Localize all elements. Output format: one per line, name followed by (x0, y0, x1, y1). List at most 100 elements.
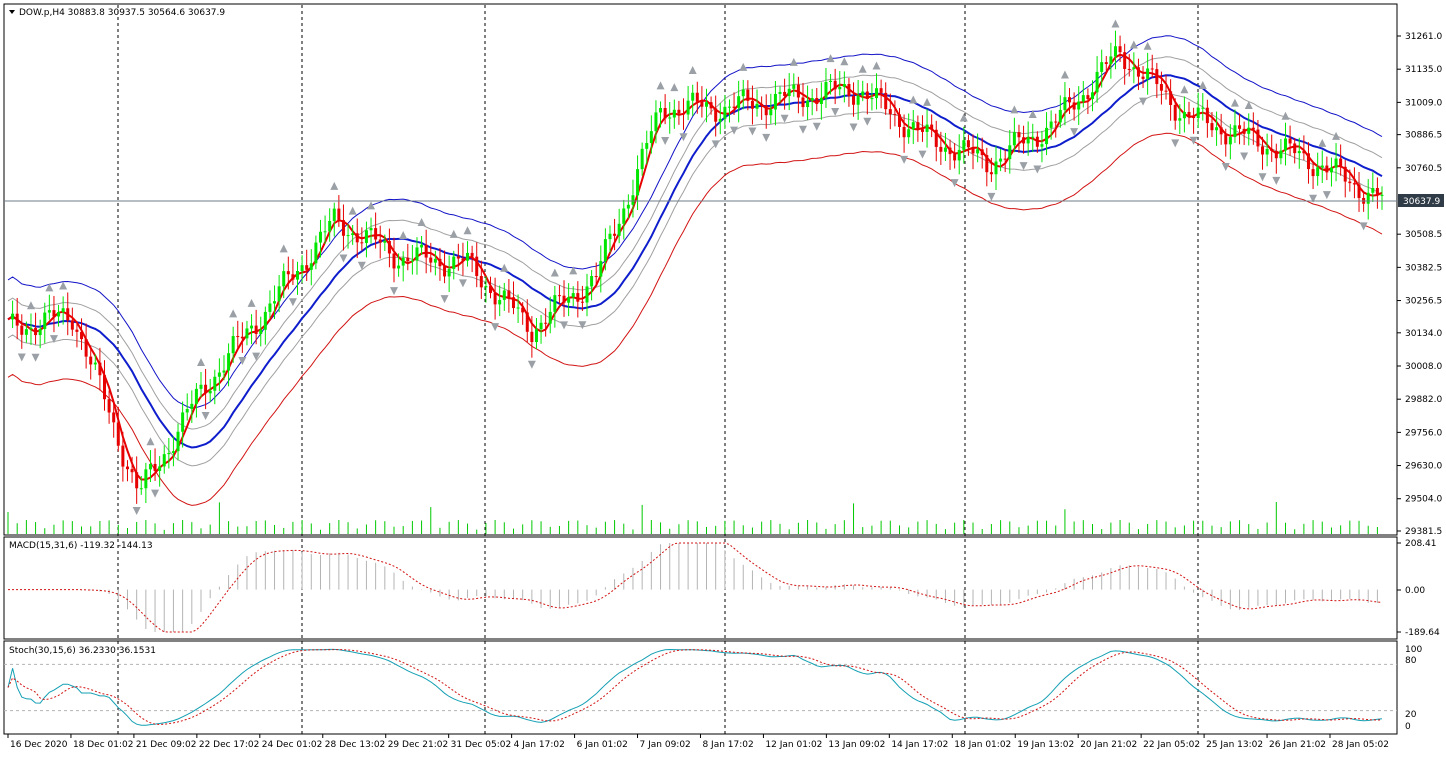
price-tick-label: 29630.0 (1405, 462, 1442, 472)
candle-body (498, 299, 502, 305)
price-tick-label: 29756.0 (1405, 428, 1442, 438)
candle-body (1306, 153, 1310, 170)
candle-body (80, 331, 84, 340)
stoch-panel-frame (3, 640, 1398, 735)
candle-body (153, 463, 157, 471)
price-tick-label: 31135.0 (1405, 65, 1442, 75)
candle-body (1297, 151, 1301, 154)
time-tick-label: 28 Jan 05:02 (1332, 740, 1389, 750)
candle-body (783, 91, 787, 97)
time-axis: 16 Dec 2020 18 Dec 01:02 21 Dec 09:02 22 De… (7, 734, 1389, 750)
candle-body (842, 84, 846, 87)
time-tick-label: 26 Jan 21:02 (1269, 740, 1326, 750)
time-tick-label: 18 Dec 01:02 (73, 740, 134, 750)
candle-body (52, 310, 56, 317)
candle-body (778, 91, 782, 94)
candle-body (769, 109, 773, 116)
candle-body (410, 260, 414, 262)
candle-body (406, 257, 410, 262)
stoch-title: Stoch(30,15,6) 36.2330 36.1531 (9, 646, 156, 656)
candle-body (1146, 68, 1150, 79)
candle-body (217, 372, 221, 377)
candle-body (1090, 92, 1094, 100)
candle-body (870, 98, 874, 100)
candle-body (640, 148, 644, 170)
candle-body (250, 325, 254, 329)
candle-body (57, 312, 61, 317)
candle-body (66, 308, 70, 321)
price-tick-label: 30256.5 (1405, 297, 1442, 307)
candle-body (916, 122, 920, 130)
candle-body (838, 86, 842, 90)
candle-body (139, 488, 143, 490)
candle-body (360, 242, 364, 244)
candle-body (1150, 68, 1154, 70)
candle-body (585, 286, 589, 303)
candle-body (328, 220, 332, 232)
candle-body (323, 231, 327, 233)
candle-body (943, 147, 947, 152)
candle-body (300, 265, 304, 272)
candle-body (829, 80, 833, 83)
price-tick-label: 30886.5 (1405, 131, 1442, 141)
candle-body (420, 244, 424, 248)
candle-body (819, 97, 823, 105)
candle-body (181, 412, 185, 432)
candle-body (374, 228, 378, 240)
candle-body (1380, 194, 1384, 196)
candle-body (158, 466, 162, 471)
time-tick-label: 4 Jan 17:02 (514, 740, 565, 750)
time-tick-label: 29 Dec 21:02 (388, 740, 449, 750)
candle-body (1063, 97, 1067, 110)
candle-body (631, 195, 635, 205)
candle-body (571, 293, 575, 298)
candle-body (245, 328, 249, 339)
candle-body (985, 155, 989, 173)
candle-body (148, 463, 152, 470)
candle-body (38, 328, 42, 336)
candle-body (456, 256, 460, 259)
candle-body (1352, 183, 1356, 185)
candle-body (755, 103, 759, 109)
candle-body (1182, 111, 1186, 119)
candle-body (1086, 95, 1090, 100)
candle-body (171, 451, 175, 454)
candle-body (1274, 150, 1278, 159)
candle-body (1017, 132, 1021, 138)
candle-body (654, 112, 658, 132)
main-title: DOW.p,H4 30883.8 30937.5 30564.6 30637.9 (19, 8, 225, 18)
candle-body (962, 140, 966, 150)
candle-body (1164, 90, 1168, 92)
chart-canvas[interactable]: DOW.p,H4 30883.8 30937.5 30564.6 30637.9… (0, 0, 1446, 756)
candle-body (934, 129, 938, 147)
candle-body (70, 320, 74, 330)
candle-body (1132, 67, 1136, 70)
candle-body (953, 154, 957, 161)
candle-body (1325, 165, 1329, 173)
time-tick-label: 12 Jan 01:02 (765, 740, 822, 750)
candle-body (401, 257, 405, 266)
candle-body (1054, 121, 1058, 123)
price-tick-label: 31009.0 (1405, 98, 1442, 108)
current-price-label: 30637.9 (1403, 197, 1440, 207)
candle-body (1265, 148, 1269, 155)
candle-body (1113, 46, 1117, 57)
candle-body (190, 403, 194, 410)
stoch-tick-label: 100 (1405, 645, 1422, 655)
candle-body (93, 362, 97, 365)
candle-body (135, 472, 139, 489)
candle-body (1049, 121, 1053, 128)
candle-body (939, 146, 943, 152)
candle-body (617, 223, 621, 236)
macd-tick-label: 208.41 (1405, 539, 1437, 549)
candle-body (61, 308, 65, 313)
candle-body (24, 329, 28, 335)
candle-body (511, 297, 515, 309)
candle-body (723, 106, 727, 119)
candle-body (34, 327, 38, 336)
candle-body (305, 265, 309, 270)
candle-body (1357, 184, 1361, 198)
candle-body (875, 88, 879, 99)
candle-body (489, 286, 493, 293)
candle-body (553, 295, 557, 312)
